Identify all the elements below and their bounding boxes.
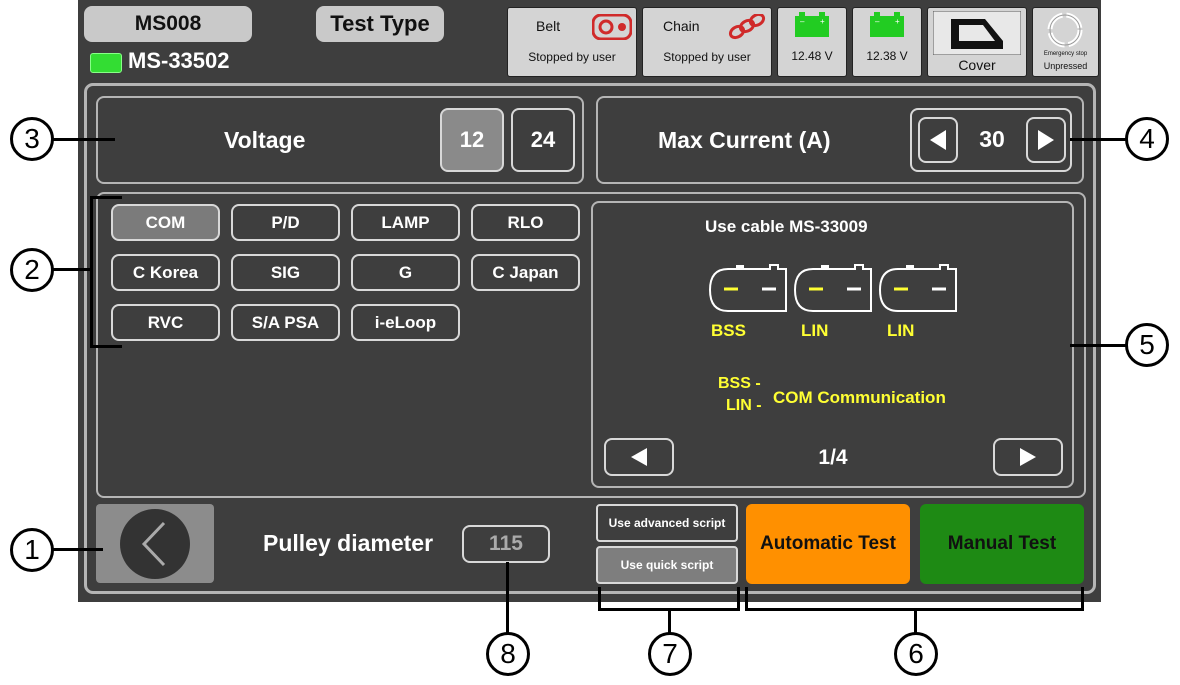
- emergency-stop-icon: [1046, 11, 1084, 54]
- connector-3: [878, 261, 960, 320]
- emergency-stop-status: Emergency stop Unpressed: [1032, 7, 1099, 77]
- connector-icon: [708, 264, 787, 312]
- callout-2-bracket: [90, 196, 122, 348]
- callout-7: 7: [648, 632, 692, 676]
- battery-1-voltage: 12.48 V: [791, 49, 833, 63]
- callout-8-leader: [506, 562, 509, 633]
- belt-motor-icon: [591, 13, 633, 45]
- protocol-com-button[interactable]: COM: [111, 204, 220, 241]
- protocol-c-japan-button[interactable]: C Japan: [471, 254, 580, 291]
- connector-2: [793, 261, 875, 320]
- legend-key-2: LIN -: [726, 397, 762, 414]
- belt-status-text: Stopped by user: [528, 50, 616, 64]
- protocol-g-button[interactable]: G: [351, 254, 460, 291]
- connection-status-icon: [90, 53, 122, 73]
- cable-title: Use cable MS-33009: [705, 217, 868, 236]
- callout-5-leader: [1070, 344, 1126, 347]
- max-current-control: 30: [910, 108, 1072, 172]
- page-prev-button[interactable]: [604, 438, 674, 476]
- callout-5: 5: [1125, 323, 1169, 367]
- emergency-stop-title: Emergency stop: [1043, 51, 1088, 57]
- advanced-script-button[interactable]: Use advanced script: [596, 504, 738, 542]
- svg-text:–: –: [800, 17, 805, 26]
- callout-3-leader: [53, 138, 115, 141]
- protocol-rlo-button[interactable]: RLO: [471, 204, 580, 241]
- callout-1: 1: [10, 528, 54, 572]
- battery-icon: – +: [869, 12, 905, 43]
- callout-1-leader: [53, 548, 103, 551]
- device-id-label: MS008: [84, 6, 252, 42]
- max-current-value: 30: [979, 126, 1005, 152]
- callout-4: 4: [1125, 117, 1169, 161]
- page-indicator: 1/4: [818, 446, 848, 469]
- automatic-test-button[interactable]: Automatic Test: [746, 504, 910, 584]
- svg-text:–: –: [875, 17, 880, 26]
- current-decrease-button[interactable]: [918, 117, 958, 163]
- manual-test-button[interactable]: Manual Test: [920, 504, 1084, 584]
- callout-7-leader: [668, 608, 671, 633]
- emergency-stop-state: Unpressed: [1043, 61, 1088, 71]
- callout-3: 3: [10, 117, 54, 161]
- chain-status: Chain Stopped by user: [642, 7, 772, 77]
- voltage-24-button[interactable]: 24: [511, 108, 575, 172]
- voltage-12-button[interactable]: 12: [440, 108, 504, 172]
- callout-6-leader: [914, 608, 917, 633]
- max-current-panel: Max Current (A) 30: [596, 96, 1084, 184]
- battery-2-voltage: 12.38 V: [866, 49, 908, 63]
- voltage-panel: Voltage 12 24: [96, 96, 584, 184]
- connector-icon: [878, 264, 957, 312]
- protocol-sig-button[interactable]: SIG: [231, 254, 340, 291]
- callout-2: 2: [10, 248, 54, 292]
- callout-6: 6: [894, 632, 938, 676]
- callout-2-leader: [53, 268, 91, 271]
- back-button[interactable]: [96, 504, 214, 583]
- cable-info-panel: Use cable MS-33009 BSS LIN LIN BSS - LIN…: [591, 201, 1074, 488]
- chain-status-text: Stopped by user: [663, 50, 751, 64]
- protocol-pd-button[interactable]: P/D: [231, 204, 340, 241]
- svg-text:+: +: [895, 17, 900, 26]
- pin-label-2: LIN: [801, 321, 829, 340]
- model-label: MS-33502: [128, 48, 230, 73]
- protocol-i-eloop-button[interactable]: i-eLoop: [351, 304, 460, 341]
- connector-icon: [793, 264, 872, 312]
- cover-icon: [932, 10, 1022, 60]
- battery-2-status: – + 12.38 V: [852, 7, 922, 77]
- protocol-lamp-button[interactable]: LAMP: [351, 204, 460, 241]
- chain-icon: [727, 12, 767, 45]
- back-icon: [120, 509, 190, 579]
- arrow-left-icon: [930, 130, 946, 150]
- callout-4-leader: [1070, 138, 1126, 141]
- arrow-right-icon: [1020, 448, 1036, 466]
- test-type-label: Test Type: [316, 6, 444, 42]
- callout-8: 8: [486, 632, 530, 676]
- pulley-diameter-input[interactable]: 115: [462, 525, 550, 563]
- pin-label-3: LIN: [887, 321, 915, 340]
- cover-status: Cover: [927, 7, 1027, 77]
- page-next-button[interactable]: [993, 438, 1063, 476]
- belt-title: Belt: [536, 18, 561, 34]
- arrow-right-icon: [1038, 130, 1054, 150]
- battery-1-status: – + 12.48 V: [777, 7, 847, 77]
- protocol-c-korea-button[interactable]: C Korea: [111, 254, 220, 291]
- belt-status: Belt Stopped by user: [507, 7, 637, 77]
- pulley-diameter-label: Pulley diameter: [263, 530, 434, 556]
- battery-icon: – +: [794, 12, 830, 43]
- legend-text: COM Communication: [773, 388, 946, 407]
- arrow-left-icon: [631, 448, 647, 466]
- svg-text:+: +: [820, 17, 825, 26]
- protocol-sa-psa-button[interactable]: S/A PSA: [231, 304, 340, 341]
- pin-label-1: BSS: [711, 321, 746, 340]
- chain-title: Chain: [663, 18, 700, 34]
- protocol-rvc-button[interactable]: RVC: [111, 304, 220, 341]
- legend-key-1: BSS -: [718, 375, 761, 392]
- cover-label: Cover: [958, 57, 996, 73]
- voltage-label: Voltage: [224, 127, 306, 153]
- quick-script-button[interactable]: Use quick script: [596, 546, 738, 584]
- max-current-label: Max Current (A): [658, 127, 831, 153]
- connector-1: [708, 261, 790, 320]
- current-increase-button[interactable]: [1026, 117, 1066, 163]
